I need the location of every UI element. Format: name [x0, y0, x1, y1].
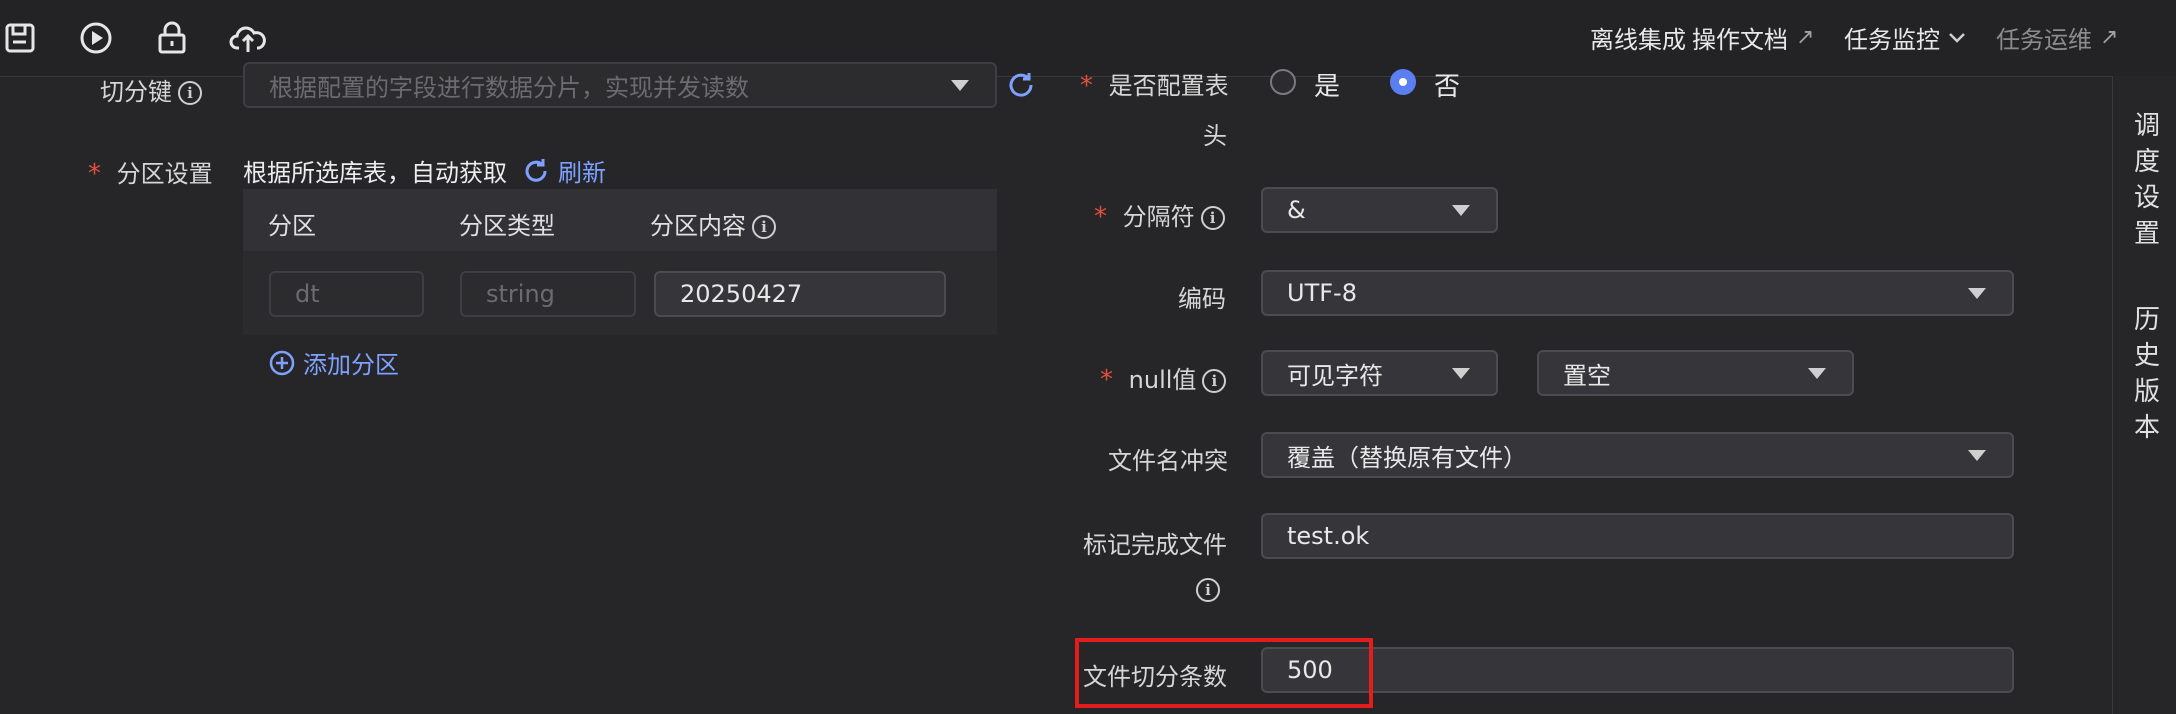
caret-down-icon [1808, 368, 1826, 379]
header-config-label-text: 是否配置表 [1108, 72, 1229, 100]
null-value-label: * null值 i [1100, 360, 1227, 395]
partition-type-field[interactable]: string [460, 271, 636, 317]
nav-task-ops-label: 任务运维 [1996, 26, 2092, 54]
add-partition-label: 添加分区 [303, 351, 399, 379]
file-conflict-select[interactable]: 覆盖（替换原有文件） [1261, 432, 2014, 478]
nav-task-monitor[interactable]: 任务监控 [1844, 20, 1966, 55]
partition-label-text: 分区设置 [116, 160, 213, 188]
done-file-label: 标记完成文件 [1083, 531, 1227, 559]
file-conflict-label: 文件名冲突 [1108, 447, 1228, 475]
split-key-placeholder: 根据配置的字段进行数据分片，实现并发读数 [269, 73, 749, 102]
add-partition-button[interactable]: 添加分区 [269, 345, 399, 380]
radio-no[interactable] [1390, 69, 1416, 95]
run-icon[interactable] [76, 18, 116, 58]
null-type-select[interactable]: 可见字符 [1261, 350, 1498, 396]
caret-down-icon [1452, 368, 1470, 379]
null-replacement-select[interactable]: 置空 [1537, 350, 1854, 396]
partition-hint: 根据所选库表，自动获取 [243, 159, 507, 187]
file-split-count-input[interactable]: 500 [1261, 647, 2014, 693]
caret-down-icon [1968, 288, 1986, 299]
nav-docs-label: 操作文档 [1692, 26, 1788, 54]
nav-task-ops-link[interactable]: 任务运维 ↗ [1996, 20, 2118, 55]
refresh-button[interactable]: 刷新 [522, 153, 606, 188]
column-header-content-label: 分区内容 [650, 212, 746, 240]
split-key-label-text: 切分键 [100, 78, 172, 106]
partition-table-header [243, 189, 997, 251]
column-header-type: 分区类型 [459, 212, 555, 240]
column-header-content: 分区内容 i [650, 206, 776, 241]
separator-select[interactable]: & [1261, 187, 1498, 233]
partition-content-value: 20250427 [680, 280, 803, 308]
radio-no-label: 否 [1434, 72, 1461, 102]
file-conflict-value: 覆盖（替换原有文件） [1287, 443, 1527, 472]
history-versions-tab[interactable]: 历史版本 [2134, 302, 2164, 446]
highlight-box [1075, 638, 1373, 708]
separator-value: & [1287, 196, 1306, 224]
nav-offline-integration-label: 离线集成 [1590, 26, 1686, 54]
split-key-label: 切分键 i [100, 72, 202, 107]
caret-down-icon [1452, 205, 1470, 216]
radio-yes-label: 是 [1314, 72, 1341, 102]
done-file-value: test.ok [1287, 522, 1370, 550]
radio-yes[interactable] [1270, 69, 1296, 95]
partition-name-value: dt [295, 280, 320, 308]
nav-docs-link[interactable]: 操作文档 ↗ [1692, 20, 1814, 55]
info-icon[interactable]: i [1196, 578, 1220, 602]
required-mark: * [1094, 202, 1107, 232]
header-config-label-wrap: 头 [1203, 122, 1227, 150]
done-file-input[interactable]: test.ok [1261, 513, 2014, 559]
required-mark: * [1080, 71, 1093, 101]
required-mark: * [1100, 365, 1113, 395]
schedule-settings-tab[interactable]: 调度设置 [2134, 108, 2164, 252]
encoding-label: 编码 [1178, 285, 1226, 313]
column-header-partition: 分区 [268, 212, 316, 240]
partition-settings-label: * 分区设置 [88, 154, 213, 189]
external-link-icon: ↗ [1796, 25, 1815, 50]
header-config-label: * 是否配置表 [1080, 66, 1229, 101]
add-circle-icon [269, 350, 295, 375]
upload-cloud-icon[interactable] [228, 18, 268, 58]
chevron-down-icon [1949, 32, 1965, 43]
reload-icon[interactable] [1006, 70, 1036, 104]
partition-type-value: string [486, 280, 555, 308]
refresh-label: 刷新 [558, 159, 606, 187]
partition-content-input[interactable]: 20250427 [654, 271, 946, 317]
external-link-icon: ↗ [2100, 25, 2119, 50]
null-type-value: 可见字符 [1287, 361, 1383, 390]
caret-down-icon [1968, 450, 1986, 461]
encoding-select[interactable]: UTF-8 [1261, 270, 2014, 316]
encoding-value: UTF-8 [1287, 279, 1357, 307]
info-icon[interactable]: i [1202, 369, 1227, 393]
lock-icon[interactable] [152, 18, 192, 58]
refresh-icon [525, 158, 547, 182]
null-replacement-value: 置空 [1563, 361, 1611, 390]
partition-name-field[interactable]: dt [269, 271, 424, 317]
separator-label-text: 分隔符 [1122, 203, 1195, 231]
info-icon[interactable]: i [178, 81, 202, 105]
null-value-label-text: null值 [1128, 366, 1197, 394]
save-icon[interactable] [0, 18, 40, 58]
info-icon[interactable]: i [752, 215, 776, 239]
info-icon[interactable]: i [1200, 206, 1225, 230]
required-mark: * [88, 159, 101, 189]
nav-task-monitor-label: 任务监控 [1844, 26, 1940, 54]
separator-label: * 分隔符 i [1094, 197, 1225, 232]
nav-offline-integration[interactable]: 离线集成 [1590, 20, 1686, 55]
split-key-select[interactable]: 根据配置的字段进行数据分片，实现并发读数 [243, 62, 997, 108]
caret-down-icon [951, 80, 969, 91]
